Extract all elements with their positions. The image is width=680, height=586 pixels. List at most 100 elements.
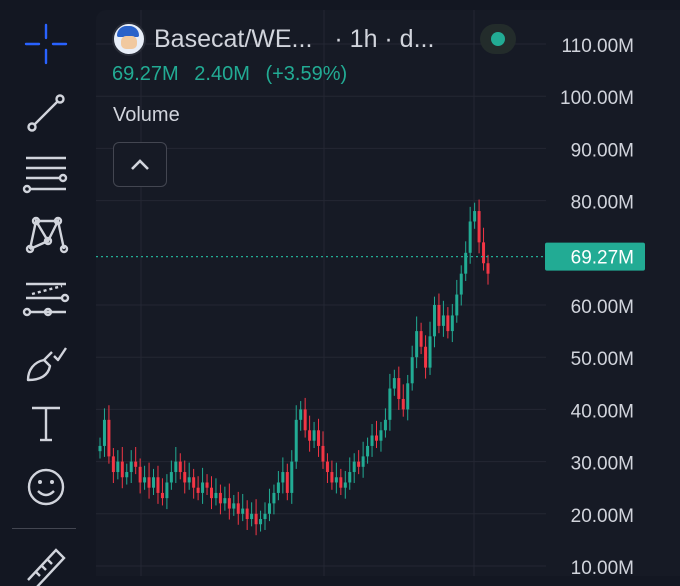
market-status-indicator[interactable]	[480, 24, 516, 54]
candle-body	[477, 211, 481, 243]
candle-body	[272, 492, 276, 504]
candle-body	[263, 513, 267, 520]
candle-body	[218, 492, 222, 504]
candle-body	[348, 472, 352, 483]
candle-body	[192, 477, 196, 488]
y-tick-label: 110.00M	[561, 36, 634, 57]
candle-body	[486, 263, 490, 274]
candle-body	[397, 378, 401, 399]
candle-body	[147, 477, 151, 488]
status-dot-icon	[491, 32, 505, 46]
last-price: 69.27M	[112, 63, 179, 85]
candle-body	[432, 305, 436, 337]
price-change-percent: (+3.59%)	[265, 63, 348, 85]
symbol-title[interactable]: Basecat/WE...	[154, 25, 312, 54]
token-avatar	[112, 22, 146, 56]
text-icon[interactable]	[20, 400, 72, 446]
candle-body	[406, 383, 410, 410]
candle-body	[205, 482, 209, 488]
candle-body	[116, 461, 120, 473]
candle-body	[160, 492, 164, 499]
quote-line: 69.27M 2.40M (+3.59%)	[112, 63, 357, 86]
candle-body	[98, 445, 102, 452]
toolbar-divider	[12, 528, 76, 529]
candle-body	[107, 419, 111, 457]
candle-body	[245, 508, 249, 520]
candle-body	[236, 503, 240, 514]
candle-body	[317, 430, 321, 446]
candle-body	[111, 456, 115, 473]
candle-body	[464, 252, 468, 274]
candle-body	[276, 482, 280, 493]
y-tick-label: 20.00M	[571, 506, 634, 527]
candle-body	[129, 461, 133, 473]
candle-body	[415, 331, 419, 358]
candle-body	[250, 513, 254, 520]
candle-body	[437, 305, 441, 326]
y-tick-label: 90.00M	[571, 140, 634, 161]
candle-body	[450, 315, 454, 332]
candle-body	[241, 508, 245, 514]
candle-body	[152, 477, 156, 488]
candle-body	[120, 461, 124, 478]
candle-body	[138, 466, 142, 483]
candle-body	[325, 461, 329, 473]
candle-body	[196, 487, 200, 493]
candle-body	[383, 419, 387, 431]
last-price-label: 69.27M	[571, 248, 634, 269]
fib-retracement-icon[interactable]	[20, 152, 72, 198]
candle-body	[303, 409, 307, 431]
candle-body	[254, 513, 258, 525]
candle-body	[259, 519, 263, 525]
candle-body	[370, 435, 374, 446]
y-tick-label: 100.00M	[560, 88, 634, 109]
candle-body	[183, 472, 187, 483]
crosshair-icon[interactable]	[20, 21, 72, 67]
candle-body	[165, 482, 169, 499]
candle-body	[299, 409, 303, 420]
y-tick-label: 40.00M	[571, 401, 634, 422]
candle-body	[375, 435, 379, 441]
trend-line-icon[interactable]	[20, 90, 72, 136]
candle-body	[285, 472, 289, 493]
drawing-toolbar	[0, 0, 90, 586]
candle-body	[156, 477, 160, 493]
candle-body	[290, 461, 294, 493]
candle-body	[352, 461, 356, 473]
candle-body	[392, 378, 396, 389]
candle-body	[134, 461, 138, 467]
interval-label[interactable]: · 1h · d...	[334, 25, 434, 54]
brush-icon[interactable]	[20, 340, 72, 386]
symbol-header[interactable]: Basecat/WE... · 1h · d...	[112, 22, 434, 56]
candle-body	[267, 503, 271, 514]
candle-body	[312, 430, 316, 441]
candle-body	[361, 456, 365, 467]
candle-body	[214, 492, 218, 499]
candle-body	[227, 498, 231, 509]
candle-body	[209, 487, 213, 499]
candle-body	[410, 357, 414, 384]
candle-body	[223, 498, 227, 504]
candle-body	[232, 503, 236, 509]
candle-body	[357, 461, 361, 467]
xabcd-pattern-icon[interactable]	[20, 211, 72, 257]
volume-indicator-label[interactable]: Volume	[113, 104, 180, 127]
ruler-icon[interactable]	[20, 540, 72, 586]
emoji-icon[interactable]	[20, 464, 72, 510]
collapse-indicators-button[interactable]	[113, 142, 167, 187]
candle-body	[446, 315, 450, 332]
candle-body	[187, 477, 191, 483]
candle-body	[468, 221, 472, 253]
candle-body	[482, 242, 486, 264]
price-chart[interactable]: 110.00M 100.00M 90.00M 80.00M 60.00M 50.00M 40…	[96, 10, 680, 576]
candle-body	[455, 294, 459, 316]
candle-body	[201, 482, 205, 493]
prediction-icon[interactable]	[20, 276, 72, 322]
candle-body	[102, 419, 106, 446]
candle-body	[281, 472, 285, 483]
candle-body	[401, 398, 405, 410]
candle-body	[459, 273, 463, 295]
y-tick-label: 80.00M	[571, 193, 634, 214]
y-tick-label: 60.00M	[571, 297, 634, 318]
candle-body	[379, 430, 383, 441]
